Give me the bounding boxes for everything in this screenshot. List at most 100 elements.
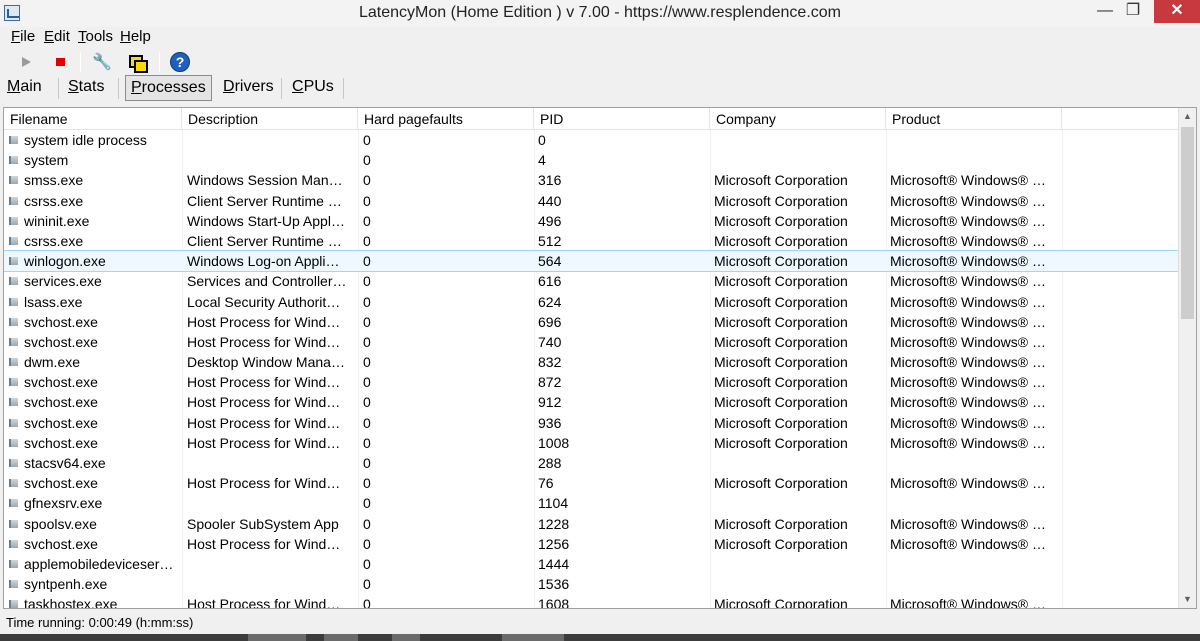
cell-pid: 1104 [538,495,569,512]
menu-tools[interactable]: Tools [78,28,113,45]
cell-product [890,453,1060,473]
cell-filename: services.exe [24,273,102,290]
process-icon [9,216,18,225]
scroll-up-arrow-icon[interactable]: ▲ [1179,108,1196,125]
tab-cpus[interactable]: CPUs [287,75,339,101]
table-row[interactable]: taskhostex.exe Host Process for Wind… 0 160… [4,594,1179,609]
table-row[interactable]: csrss.exe Client Server Runtime … 0 512 Micr… [4,231,1179,251]
table-row[interactable]: svchost.exe Host Process for Wind… 0 696 Mic… [4,312,1179,332]
table-row[interactable]: winlogon.exe Windows Log-on Appli… 0 564 Mic… [4,250,1180,273]
help-button[interactable]: ? [168,50,192,74]
minimize-button[interactable]: — [1090,0,1120,23]
cell-product: Microsoft® Windows® … [890,313,1046,330]
cell-description: Client Server Runtime … [187,192,342,209]
cell-description [187,554,357,574]
tab-separator [118,78,119,99]
status-bar: Time running: 0:00:49 (h:mm:ss) [0,612,1200,634]
cell-description [187,130,357,150]
process-icon [9,277,18,286]
taskbar-button[interactable] [248,634,306,641]
cell-product: Microsoft® Windows® … [890,596,1046,609]
table-row[interactable]: svchost.exe Host Process for Wind… 0 76 Micr… [4,473,1179,493]
tab-stats[interactable]: Stats [63,75,109,101]
cell-company: Microsoft Corporation [714,475,848,492]
table-row[interactable]: system 0 4 [4,150,1179,170]
cell-hard-pagefaults: 0 [363,555,371,572]
table-row[interactable]: svchost.exe Host Process for Wind… 0 872 Mic… [4,372,1179,392]
cell-hard-pagefaults: 0 [363,374,371,391]
maximize-button[interactable]: ❐ [1118,0,1148,23]
table-row[interactable]: svchost.exe Host Process for Wind… 0 1256 Mi… [4,534,1179,554]
table-row[interactable]: stacsv64.exe 0 288 [4,453,1179,473]
windows-button[interactable] [125,50,149,74]
tab-processes[interactable]: Processes [125,75,212,101]
tools-button[interactable]: 🔧 [90,50,114,74]
taskbar-button[interactable] [392,634,420,641]
table-row[interactable]: applemobiledeviceser… 0 1444 [4,554,1179,574]
cell-filename: svchost.exe [24,394,98,411]
cell-description: Host Process for Wind… [187,596,341,609]
cell-pid: 912 [538,394,562,411]
menu-bar: File Edit Tools Help [0,27,1200,47]
cell-product [890,150,1060,170]
table-row[interactable]: syntpenh.exe 0 1536 [4,574,1179,594]
column-header-product[interactable]: Product [886,108,1062,130]
cell-company: Microsoft Corporation [714,374,848,391]
column-header-company[interactable]: Company [710,108,886,130]
table-row[interactable]: dwm.exe Desktop Window Mana… 0 832 Microsoft… [4,352,1179,372]
table-row[interactable]: csrss.exe Client Server Runtime … 0 440 Micr… [4,191,1179,211]
cell-company: Microsoft Corporation [714,313,848,330]
column-header-description[interactable]: Description [182,108,358,130]
tab-drivers[interactable]: Drivers [218,75,279,101]
menu-edit[interactable]: Edit [44,28,70,45]
table-row[interactable]: wininit.exe Windows Start-Up Appl… 0 496 Mic… [4,211,1179,231]
table-row[interactable]: services.exe Services and Controller… 0 616… [4,271,1179,291]
cell-product: Microsoft® Windows® … [890,434,1046,451]
table-row[interactable]: svchost.exe Host Process for Wind… 0 740 Mic… [4,332,1179,352]
table-row[interactable]: gfnexsrv.exe 0 1104 [4,493,1179,513]
cell-company: Microsoft Corporation [714,212,848,229]
table-row[interactable]: svchost.exe Host Process for Wind… 0 1008 Mi… [4,433,1179,453]
menu-help[interactable]: Help [120,28,151,45]
stop-icon [55,58,65,66]
table-row[interactable]: lsass.exe Local Security Authorit… 0 624 Mic… [4,292,1179,312]
taskbar-button[interactable] [502,634,564,641]
cell-hard-pagefaults: 0 [363,394,371,411]
cell-company: Microsoft Corporation [714,535,848,552]
cell-pid: 616 [538,273,562,290]
cell-description [187,493,357,513]
cell-product: Microsoft® Windows® … [890,354,1046,371]
scrollbar-thumb[interactable] [1181,127,1194,319]
cell-filename: gfnexsrv.exe [24,495,103,512]
tab-main[interactable]: Main [2,75,47,101]
cell-filename: spoolsv.exe [24,515,97,532]
window-title: LatencyMon (Home Edition ) v 7.00 - http… [359,4,841,21]
column-header-pid[interactable]: PID [534,108,710,130]
column-header-hard-pagefaults[interactable]: Hard pagefaults [358,108,534,130]
table-row[interactable]: svchost.exe Host Process for Wind… 0 912 Mic… [4,392,1179,412]
play-button[interactable] [14,50,38,74]
table-row[interactable]: system idle process 0 0 [4,130,1179,150]
cell-product: Microsoft® Windows® … [890,414,1046,431]
cell-pid: 4 [538,152,546,169]
vertical-scrollbar[interactable]: ▲ ▼ [1178,108,1196,608]
title-bar[interactable]: LatencyMon (Home Edition ) v 7.00 - http… [0,0,1200,27]
cell-description: Host Process for Wind… [187,313,341,330]
menu-file[interactable]: File [11,28,35,45]
column-header-filename[interactable]: Filename [4,108,182,130]
process-icon [9,459,18,467]
cell-company: Microsoft Corporation [714,434,848,451]
cell-filename: stacsv64.exe [24,455,106,471]
close-button[interactable]: ✕ [1154,0,1200,23]
cell-description: Desktop Window Mana… [187,354,345,371]
cell-description: Local Security Authorit… [187,293,341,310]
scroll-down-arrow-icon[interactable]: ▼ [1179,591,1196,608]
table-row[interactable]: svchost.exe Host Process for Wind… 0 936 Mic… [4,413,1179,433]
taskbar-button[interactable] [324,634,358,641]
stop-button[interactable] [48,50,72,74]
table-row[interactable]: smss.exe Windows Session Man… 0 316 Microsof… [4,170,1179,190]
cell-product: Microsoft® Windows® … [890,273,1046,290]
process-list[interactable]: Filename Description Hard pagefaults PID… [3,107,1197,609]
cell-hard-pagefaults: 0 [363,293,371,310]
table-row[interactable]: spoolsv.exe Spooler SubSystem App 0 1228 Mic… [4,514,1179,534]
